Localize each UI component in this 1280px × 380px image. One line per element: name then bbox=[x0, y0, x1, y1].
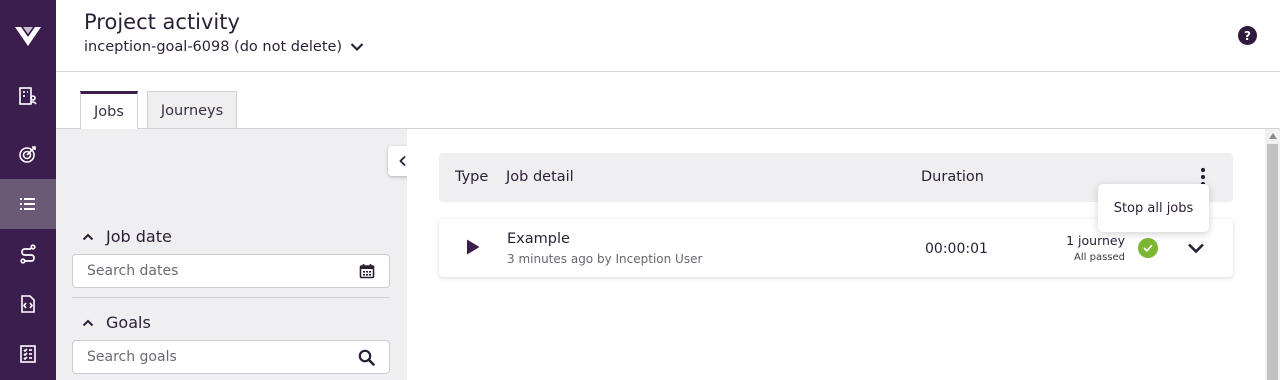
target-icon bbox=[19, 146, 36, 163]
journey-status: All passed bbox=[1074, 252, 1125, 263]
sidebar-rail bbox=[0, 0, 56, 380]
passed-status-icon bbox=[1138, 238, 1158, 258]
tab-bar: Jobs Journeys bbox=[80, 91, 238, 129]
journey-summary: 1 journey All passed bbox=[1039, 233, 1125, 263]
job-date-section-toggle[interactable]: Job date bbox=[82, 227, 172, 246]
list-icon bbox=[20, 198, 35, 210]
page-title: Project activity bbox=[84, 10, 240, 34]
search-dates-input[interactable] bbox=[87, 263, 359, 279]
code-file-icon bbox=[21, 295, 35, 313]
filter-divider bbox=[72, 297, 390, 298]
app-root: Project activity inception-goal-6098 (do… bbox=[0, 0, 1280, 380]
goals-section-toggle[interactable]: Goals bbox=[82, 313, 151, 332]
play-icon bbox=[467, 239, 480, 255]
chevron-down-icon bbox=[350, 43, 364, 52]
job-duration: 00:00:01 bbox=[925, 241, 988, 257]
column-header-job-detail: Job detail bbox=[506, 169, 574, 185]
vertical-scrollbar[interactable] bbox=[1265, 129, 1280, 380]
scrollbar-thumb[interactable] bbox=[1267, 144, 1278, 380]
job-meta: 3 minutes ago by Inception User bbox=[507, 252, 703, 266]
nav-item-scripts[interactable] bbox=[0, 279, 56, 329]
expand-job-button[interactable] bbox=[1187, 239, 1205, 258]
goals-label: Goals bbox=[106, 313, 151, 332]
nav-item-activity[interactable] bbox=[0, 179, 56, 229]
jobs-panel: Type Job detail Duration Stop all jobs E… bbox=[407, 129, 1265, 380]
project-selector[interactable]: inception-goal-6098 (do not delete) bbox=[84, 39, 364, 55]
help-icon[interactable]: ? bbox=[1238, 26, 1257, 45]
nav-item-goals[interactable] bbox=[0, 129, 56, 179]
nav-item-checklists[interactable] bbox=[0, 329, 56, 379]
calendar-icon[interactable] bbox=[359, 263, 375, 279]
tab-jobs[interactable]: Jobs bbox=[80, 91, 138, 129]
job-date-field[interactable] bbox=[72, 254, 390, 288]
chevron-down-icon bbox=[1188, 243, 1204, 254]
check-icon bbox=[1143, 244, 1153, 252]
chevron-up-icon bbox=[82, 233, 94, 240]
building-user-icon bbox=[19, 87, 37, 105]
journey-count: 1 journey bbox=[1066, 233, 1125, 248]
job-date-label: Job date bbox=[106, 227, 172, 246]
page-header: Project activity inception-goal-6098 (do… bbox=[56, 0, 1280, 72]
filter-panel: Job date Goals bbox=[56, 129, 418, 380]
search-goals-input[interactable] bbox=[87, 349, 358, 365]
nav-item-journeys[interactable] bbox=[0, 229, 56, 279]
nav-item-organization[interactable] bbox=[0, 71, 56, 121]
route-icon bbox=[20, 244, 36, 264]
column-header-duration: Duration bbox=[921, 169, 984, 185]
tab-journeys[interactable]: Journeys bbox=[146, 91, 238, 129]
chevron-up-icon bbox=[82, 319, 94, 326]
scroll-up-arrow-icon[interactable] bbox=[1269, 133, 1277, 139]
table-header: Type Job detail Duration Stop all jobs bbox=[439, 153, 1233, 232]
virtuoso-logo-icon[interactable] bbox=[14, 24, 42, 48]
run-job-button[interactable] bbox=[465, 238, 481, 260]
job-name[interactable]: Example bbox=[507, 231, 570, 247]
stop-all-jobs-menu-item[interactable]: Stop all jobs bbox=[1098, 184, 1209, 232]
goals-field[interactable] bbox=[72, 340, 390, 374]
project-name: inception-goal-6098 (do not delete) bbox=[84, 39, 343, 55]
checklist-icon bbox=[20, 345, 36, 363]
search-icon[interactable] bbox=[358, 349, 375, 366]
column-header-type: Type bbox=[455, 169, 489, 185]
